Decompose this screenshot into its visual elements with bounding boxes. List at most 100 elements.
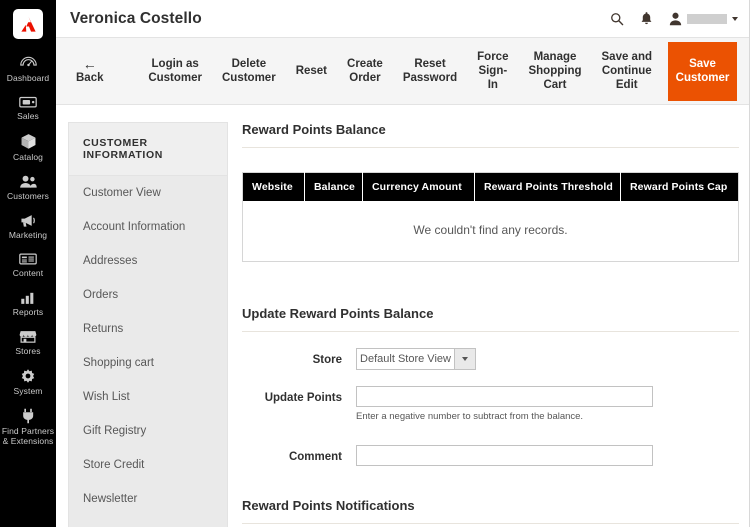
user-name-redacted	[687, 13, 727, 24]
sidebar-item-billing-agreements[interactable]: Billing Agreements	[69, 516, 227, 527]
bell-icon[interactable]	[640, 11, 653, 26]
dashboard-icon	[19, 56, 37, 71]
reward-points-notifications-title: Reward Points Notifications	[242, 498, 415, 513]
header-actions	[610, 11, 738, 26]
sidebar-label-stores: Stores	[15, 346, 41, 356]
column-header-website[interactable]: Website	[242, 172, 305, 201]
sidebar-label-customers: Customers	[7, 191, 49, 201]
global-sidebar: Dashboard Sales Catalog Customers Market	[0, 0, 56, 527]
reward-points-balance-section: Reward Points Balance Website Balance Cu…	[242, 122, 739, 262]
table-header-row: Website Balance Currency Amount Reward P…	[242, 172, 739, 201]
sidebar-item-dashboard[interactable]: Dashboard	[0, 39, 56, 86]
sidebar-item-addresses[interactable]: Addresses	[69, 244, 227, 278]
page-title: Veronica Costello	[70, 9, 202, 27]
update-points-label: Update Points	[264, 392, 342, 404]
sidebar-item-find-partners-extensions[interactable]: Find Partners & Extensions	[0, 399, 56, 449]
comment-input[interactable]	[356, 445, 653, 466]
page-body: CUSTOMER INFORMATION Customer View Accou…	[56, 106, 750, 527]
back-button[interactable]: ← Back	[56, 38, 112, 104]
save-customer-line2: Customer	[675, 72, 730, 84]
column-header-balance[interactable]: Balance	[304, 172, 363, 201]
back-button-label: Back	[76, 72, 104, 84]
sidebar-item-system[interactable]: System	[0, 359, 56, 399]
sidebar-item-wish-list[interactable]: Wish List	[69, 380, 227, 414]
sidebar-item-store-credit[interactable]: Store Credit	[69, 448, 227, 482]
extensions-icon	[21, 408, 36, 424]
reset-button[interactable]: Reset	[286, 38, 337, 104]
column-header-reward-points-cap[interactable]: Reward Points Cap	[620, 172, 739, 201]
admin-page: Dashboard Sales Catalog Customers Market	[0, 0, 750, 527]
customers-icon	[19, 174, 37, 189]
sidebar-item-stores[interactable]: Stores	[0, 320, 56, 359]
update-reward-points-balance-title: Update Reward Points Balance	[242, 306, 434, 321]
column-header-currency-amount[interactable]: Currency Amount	[362, 172, 475, 201]
sidebar-item-shopping-cart[interactable]: Shopping cart	[69, 346, 227, 380]
table-body: We couldn't find any records.	[242, 201, 739, 262]
system-icon	[20, 368, 36, 384]
comment-field	[356, 445, 739, 466]
table-header: Website Balance Currency Amount Reward P…	[242, 172, 739, 201]
sidebar-label-reports: Reports	[12, 307, 44, 317]
update-points-field: Enter a negative number to subtract from…	[356, 386, 739, 423]
section-divider	[242, 523, 739, 524]
save-customer-line1: Save	[689, 58, 716, 70]
sidebar-item-reports[interactable]: Reports	[0, 281, 56, 320]
section-divider	[242, 147, 739, 148]
sidebar-item-account-information[interactable]: Account Information	[69, 210, 227, 244]
save-continue-line2: Continue	[601, 65, 652, 77]
store-select[interactable]: Default Store View	[356, 348, 476, 370]
save-continue-line3: Edit	[615, 79, 638, 91]
delete-customer-button[interactable]: Delete Customer	[212, 38, 286, 104]
chevron-down-icon	[732, 16, 738, 21]
manage-shopping-cart-line3: Cart	[543, 79, 567, 91]
sidebar-item-gift-registry[interactable]: Gift Registry	[69, 414, 227, 448]
update-points-input[interactable]	[356, 386, 653, 407]
reports-icon	[20, 290, 37, 305]
column-header-reward-points-threshold[interactable]: Reward Points Threshold	[474, 172, 621, 201]
reset-button-label: Reset	[295, 65, 328, 77]
sidebar-item-orders[interactable]: Orders	[69, 278, 227, 312]
page-actions-toolbar: ← Back Login as Customer Delete Customer…	[56, 38, 750, 105]
manage-shopping-cart-button[interactable]: Manage Shopping Cart	[518, 38, 591, 104]
reward-points-balance-title: Reward Points Balance	[242, 122, 386, 137]
create-order-line1: Create	[347, 58, 383, 70]
login-as-customer-line1: Login as	[151, 58, 199, 70]
sidebar-item-returns[interactable]: Returns	[69, 312, 227, 346]
store-label: Store	[312, 354, 342, 366]
sidebar-item-sales[interactable]: Sales	[0, 86, 56, 124]
store-select-value: Default Store View	[360, 353, 451, 365]
section-divider	[242, 331, 739, 332]
adobe-commerce-logo[interactable]	[13, 9, 43, 39]
user-account-menu[interactable]	[669, 12, 738, 26]
store-field-row: Store Default Store View	[242, 348, 739, 370]
search-icon[interactable]	[610, 12, 624, 26]
manage-shopping-cart-line1: Manage	[533, 51, 577, 63]
sidebar-item-catalog[interactable]: Catalog	[0, 124, 56, 165]
sidebar-item-newsletter[interactable]: Newsletter	[69, 482, 227, 516]
content-icon	[19, 252, 37, 266]
save-and-continue-edit-button[interactable]: Save and Continue Edit	[592, 38, 663, 104]
sidebar-item-content[interactable]: Content	[0, 243, 56, 281]
sidebar-item-customers[interactable]: Customers	[0, 165, 56, 204]
sidebar-label-find-partners-extensions: Find Partners & Extensions	[1, 426, 55, 446]
sidebar-label-catalog: Catalog	[13, 152, 43, 162]
sidebar-label-sales: Sales	[17, 111, 39, 121]
save-customer-button[interactable]: Save Customer	[668, 41, 737, 101]
customer-information-heading: CUSTOMER INFORMATION	[69, 123, 227, 176]
store-field: Default Store View	[356, 348, 739, 370]
login-as-customer-button[interactable]: Login as Customer	[138, 38, 212, 104]
reset-password-button[interactable]: Reset Password	[393, 38, 467, 104]
create-order-line2: Order	[349, 72, 381, 84]
force-sign-in-button[interactable]: Force Sign- In	[467, 38, 518, 104]
create-order-button[interactable]: Create Order	[337, 38, 393, 104]
chevron-down-icon	[454, 349, 475, 369]
comment-field-row: Comment	[242, 445, 739, 466]
sidebar-item-customer-view[interactable]: Customer View	[69, 176, 227, 210]
sidebar-item-marketing[interactable]: Marketing	[0, 204, 56, 243]
marketing-icon	[19, 213, 37, 228]
catalog-icon	[20, 133, 37, 150]
user-icon	[669, 12, 682, 26]
manage-shopping-cart-line2: Shopping	[528, 65, 582, 77]
save-continue-line1: Save and	[601, 51, 653, 63]
logo-wrapper	[0, 0, 56, 39]
